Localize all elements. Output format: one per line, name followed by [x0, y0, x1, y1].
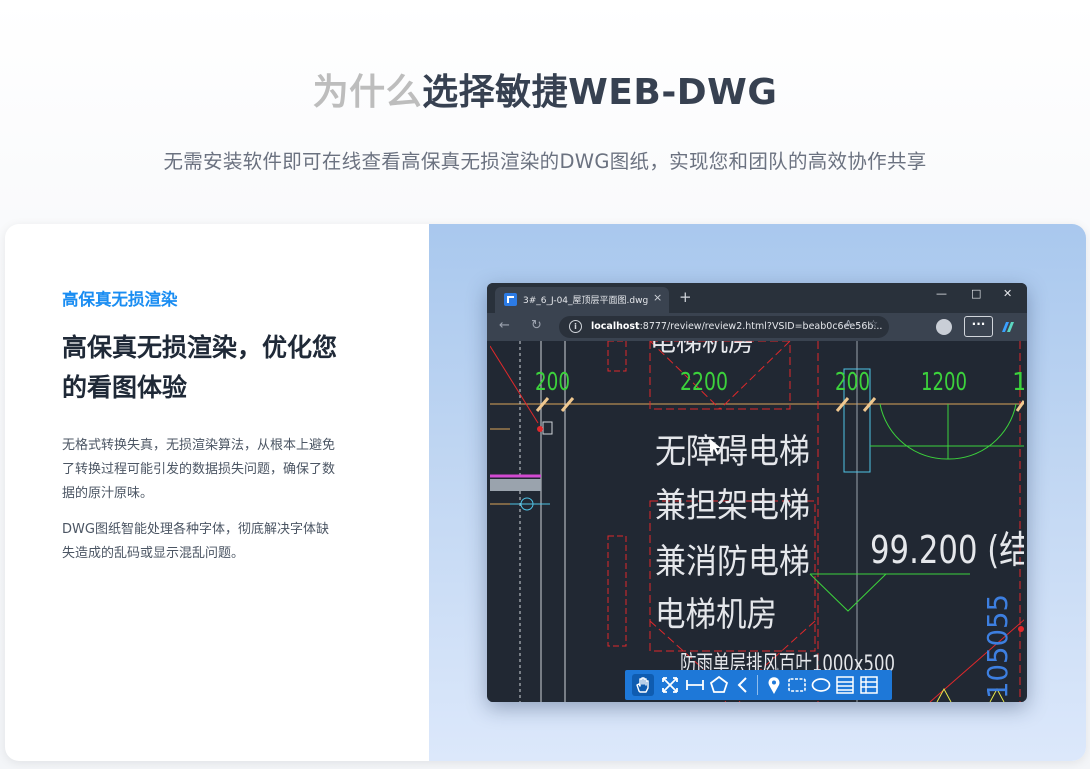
dim-1-partial: 1	[1012, 367, 1024, 396]
viewer-toolbar	[625, 670, 892, 700]
browser-titlebar: 3#_6_J-04_屋顶层平面图.dwg × + — □ ✕	[487, 283, 1027, 313]
drawing-text-line: 兼消防电梯	[655, 542, 810, 582]
paragraph-line: 无格式转换失真，无损渲染算法，从根本上避免	[62, 438, 336, 453]
dim-200-left: 200	[535, 367, 570, 396]
measure-distance-icon[interactable]	[684, 674, 706, 696]
minimize-icon[interactable]: —	[936, 287, 947, 300]
drawing-text-line: 兼担架电梯	[655, 486, 810, 526]
rectangle-tool-icon[interactable]	[786, 674, 808, 696]
url-host: localhost	[591, 321, 640, 332]
drawing-text-line: 无障碍电梯	[655, 432, 810, 472]
refresh-icon[interactable]: ↻	[531, 318, 542, 333]
feature-card: 高保真无损渲染 高保真无损渲染，优化您 的看图体验 无格式转换失真，无损渲染算法…	[5, 224, 1086, 761]
tab-close-icon[interactable]: ×	[653, 291, 662, 304]
paragraph-line: 据的原汁原味。	[62, 486, 154, 501]
hero-section: 为什么选择敏捷WEB-DWG 无需安装软件即可在线查看高保真无损渲染的DWG图纸…	[0, 66, 1090, 174]
url-field[interactable]: i localhost:8777/review/review2.html?VSI…	[559, 316, 889, 338]
dim-1200: 1200	[921, 367, 967, 396]
dim-2200: 2200	[680, 367, 728, 396]
hero-title: 为什么选择敏捷WEB-DWG	[0, 66, 1090, 120]
hero-title-light: 为什么	[312, 72, 423, 113]
dim-200-right: 200	[835, 367, 870, 396]
zoom-extents-icon[interactable]	[659, 674, 681, 696]
polygon-tool-icon[interactable]	[708, 674, 730, 696]
ellipse-tool-icon[interactable]	[810, 674, 832, 696]
feature-title-line: 的看图体验	[62, 373, 188, 402]
url-text: localhost:8777/review/review2.html?VSID=…	[591, 321, 882, 332]
dwg-favicon-icon	[504, 293, 517, 306]
paragraph-line: DWG图纸智能处理各种字体，彻底解决字体缺	[62, 522, 329, 537]
feature-paragraph-2: DWG图纸智能处理各种字体，彻底解决字体缺 失造成的乱码或显示混乱问题。	[62, 518, 374, 566]
site-info-icon[interactable]: i	[569, 320, 582, 333]
feature-text-panel: 高保真无损渲染 高保真无损渲染，优化您 的看图体验 无格式转换失真，无损渲染算法…	[5, 224, 429, 761]
elevation-text: 99.200 (结	[870, 528, 1024, 572]
close-window-icon[interactable]: ✕	[1003, 287, 1012, 300]
feature-title: 高保真无损渲染，优化您 的看图体验	[62, 328, 382, 408]
feature-title-line: 高保真无损渲染，优化您	[62, 333, 338, 362]
back-arrow-icon[interactable]: ←	[499, 318, 510, 333]
feature-preview-panel: 3#_6_J-04_屋顶层平面图.dwg × + — □ ✕ ← ↻ i loc…	[429, 224, 1086, 761]
dwg-canvas[interactable]: 电梯机房 200 2200 200 1200 1 无障碍电梯 兼担架电梯 兼消防…	[490, 341, 1024, 702]
new-tab-icon[interactable]: +	[679, 288, 692, 306]
feature-paragraph-1: 无格式转换失真，无损渲染算法，从根本上避免 了转换过程可能引发的数据损失问题，确…	[62, 434, 374, 506]
drawing-text-line: 电梯机房	[655, 595, 777, 635]
feature-tag: 高保真无损渲染	[62, 290, 178, 309]
address-bar-row: ← ↻ i localhost:8777/review/review2.html…	[487, 313, 1027, 341]
favorite-star-icon[interactable]: ☆	[869, 319, 878, 330]
paragraph-line: 了转换过程可能引发的数据损失问题，确保了数	[62, 462, 336, 477]
list-view-icon[interactable]	[858, 674, 880, 696]
copilot-icon[interactable]	[1000, 319, 1016, 335]
location-pin-icon[interactable]	[763, 674, 785, 696]
hero-title-dark: 选择敏捷WEB-DWG	[422, 72, 778, 113]
cad-drawing: 电梯机房 200 2200 200 1200 1 无障碍电梯 兼担架电梯 兼消防…	[490, 341, 1024, 702]
browser-window: 3#_6_J-04_屋顶层平面图.dwg × + — □ ✕ ← ↻ i loc…	[487, 283, 1027, 702]
maximize-icon[interactable]: □	[971, 287, 981, 300]
header-partial-text: 电梯机房	[650, 341, 754, 358]
hero-subtitle: 无需安装软件即可在线查看高保真无损渲染的DWG图纸，实现您和团队的高效协作共享	[163, 150, 927, 173]
toolbar-divider	[757, 675, 758, 695]
paragraph-line: 失造成的乱码或显示混乱问题。	[62, 546, 245, 561]
read-aloud-icon[interactable]: A	[845, 319, 852, 330]
more-options-button[interactable]: ···	[964, 316, 993, 337]
layers-icon[interactable]	[834, 674, 856, 696]
chevron-left-icon[interactable]	[732, 674, 754, 696]
profile-avatar[interactable]	[936, 319, 952, 335]
tab-title: 3#_6_J-04_屋顶层平面图.dwg	[523, 296, 649, 306]
vertical-dim-text: 105055	[981, 594, 1014, 699]
browser-tab[interactable]: 3#_6_J-04_屋顶层平面图.dwg ×	[495, 287, 669, 313]
pan-hand-icon[interactable]	[632, 674, 654, 696]
